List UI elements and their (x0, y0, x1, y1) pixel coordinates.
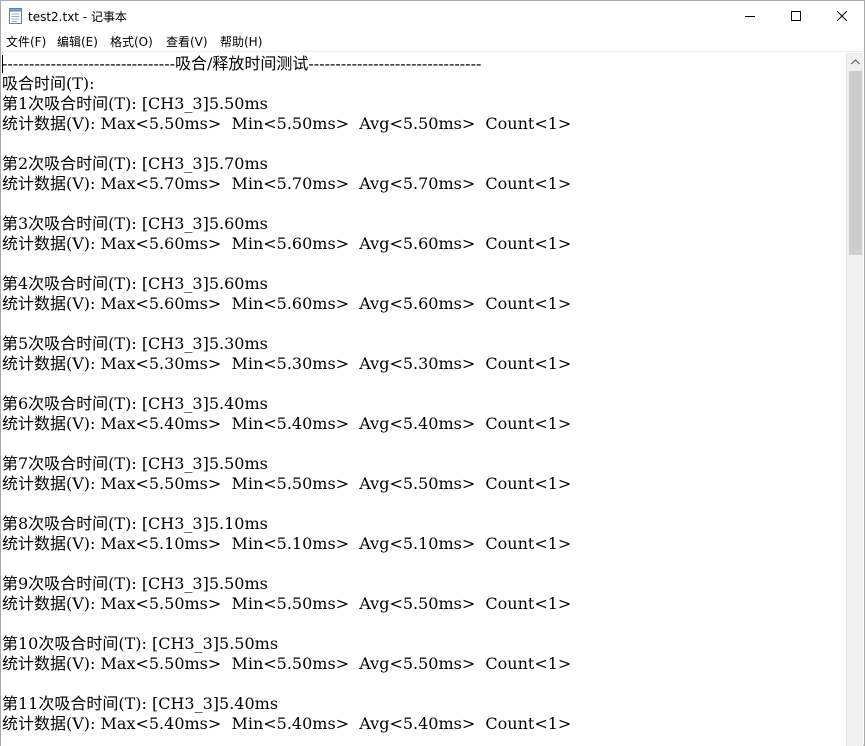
text-line: 统计数据(V): Max<5.50ms> Min<5.50ms> Avg<5.5… (2, 114, 572, 133)
text-line: 吸合时间(T): (2, 74, 95, 93)
menu-edit[interactable]: 编辑(E) (57, 33, 98, 50)
menu-view[interactable]: 查看(V) (166, 33, 208, 50)
maximize-icon (791, 11, 801, 21)
minimize-button[interactable] (727, 1, 773, 31)
text-line: 统计数据(V): Max<5.30ms> Min<5.30ms> Avg<5.3… (2, 354, 572, 373)
close-button[interactable] (819, 1, 865, 31)
text-line: 统计数据(V): Max<5.50ms> Min<5.50ms> Avg<5.5… (2, 594, 572, 613)
text-line: 第6次吸合时间(T): [CH3_3]5.40ms (2, 394, 268, 413)
text-line: 第11次吸合时间(T): [CH3_3]5.40ms (2, 694, 279, 713)
text-line: 第7次吸合时间(T): [CH3_3]5.50ms (2, 454, 268, 473)
text-line: 统计数据(V): Max<5.60ms> Min<5.60ms> Avg<5.6… (2, 234, 572, 253)
maximize-button[interactable] (773, 1, 819, 31)
text-line: 统计数据(V): Max<5.40ms> Min<5.40ms> Avg<5.4… (2, 414, 572, 433)
text-line: 第10次吸合时间(T): [CH3_3]5.50ms (2, 634, 279, 653)
text-line: 统计数据(V): Max<5.70ms> Min<5.70ms> Avg<5.7… (2, 174, 572, 193)
notepad-window: test2.txt - 记事本 文件(F) 编辑(E) 格式(O) 查看(V) … (0, 0, 865, 746)
title-bar[interactable]: test2.txt - 记事本 (1, 1, 864, 31)
scrollbar-thumb[interactable] (849, 71, 862, 255)
menu-format[interactable]: 格式(O) (110, 33, 153, 50)
text-line: 统计数据(V): Max<5.60ms> Min<5.60ms> Avg<5.6… (2, 294, 572, 313)
notepad-icon[interactable] (9, 8, 22, 24)
vertical-scrollbar[interactable] (846, 53, 863, 746)
menu-file[interactable]: 文件(F) (6, 33, 46, 50)
text-line: --------------------------------吸合/释放时间测… (2, 54, 482, 73)
text-line: 第3次吸合时间(T): [CH3_3]5.60ms (2, 214, 268, 233)
text-line: 统计数据(V): Max<5.40ms> Min<5.40ms> Avg<5.4… (2, 714, 572, 733)
close-icon (837, 11, 847, 21)
text-line: 统计数据(V): Max<5.50ms> Min<5.50ms> Avg<5.5… (2, 654, 572, 673)
menu-help[interactable]: 帮助(H) (220, 33, 262, 50)
text-line: 第1次吸合时间(T): [CH3_3]5.50ms (2, 94, 268, 113)
minimize-icon (745, 16, 755, 17)
text-line: 第4次吸合时间(T): [CH3_3]5.60ms (2, 274, 268, 293)
text-line: 统计数据(V): Max<5.10ms> Min<5.10ms> Avg<5.1… (2, 534, 572, 553)
text-line: 第2次吸合时间(T): [CH3_3]5.70ms (2, 154, 268, 173)
text-caret (2, 55, 3, 73)
window-title: test2.txt - 记事本 (28, 10, 127, 24)
scroll-up-arrow-icon (851, 58, 860, 64)
menu-bar: 文件(F) 编辑(E) 格式(O) 查看(V) 帮助(H) (1, 31, 864, 52)
text-editor[interactable]: --------------------------------吸合/释放时间测… (1, 53, 846, 746)
text-line: 统计数据(V): Max<5.50ms> Min<5.50ms> Avg<5.5… (2, 474, 572, 493)
scroll-up-button[interactable] (847, 53, 864, 70)
text-line: 第8次吸合时间(T): [CH3_3]5.10ms (2, 514, 268, 533)
text-line: 第5次吸合时间(T): [CH3_3]5.30ms (2, 334, 268, 353)
text-line: 第9次吸合时间(T): [CH3_3]5.50ms (2, 574, 268, 593)
